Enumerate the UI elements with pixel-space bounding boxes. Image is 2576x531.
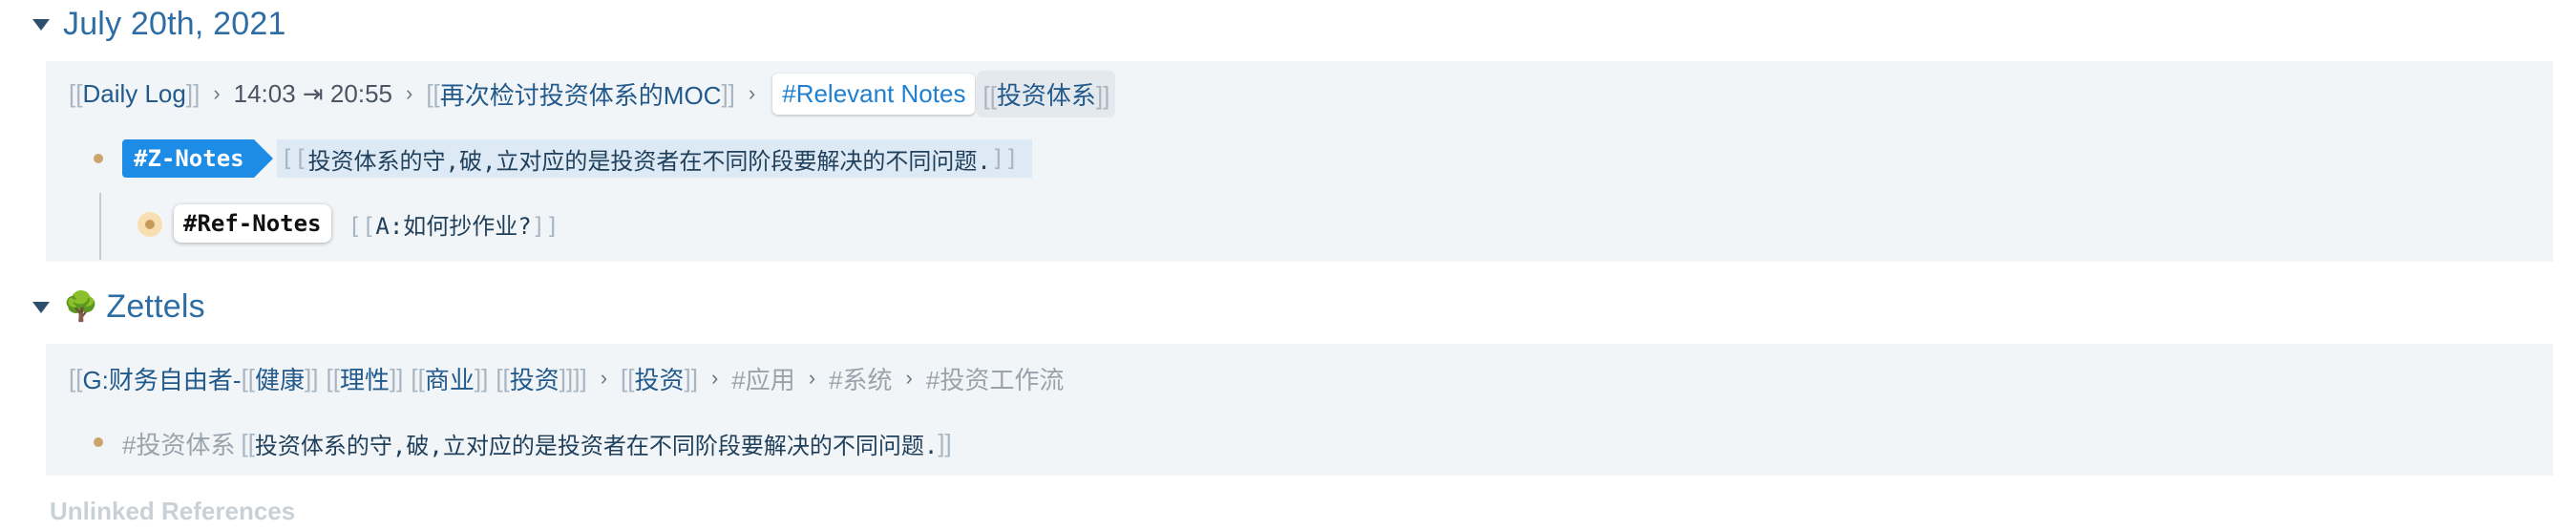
tag-invest-workflow[interactable]: #投资工作流 (926, 361, 1064, 396)
block-ref[interactable]: [[A:如何抄作业?]] (348, 207, 560, 241)
tag-investment-system[interactable]: #投资体系 (122, 426, 235, 461)
chevron-right-icon: › (748, 81, 756, 105)
tag-relevant-notes[interactable]: #Relevant Notes (772, 73, 976, 115)
breadcrumb-ref-box[interactable]: [[投资体系]] (977, 70, 1116, 117)
breadcrumb-link-health[interactable]: 健康 (255, 361, 305, 396)
block-bullet[interactable] (94, 154, 103, 163)
block-investment-system[interactable]: #投资体系 [[投资体系的守,破,立对应的是投资者在不同阶段要解决的不同问题.]… (122, 422, 952, 464)
page-link-title[interactable]: July 20th, 2021 (63, 6, 286, 43)
section-header-zettels[interactable]: 🌳 Zettels (32, 283, 205, 330)
block-ref-notes[interactable]: #Ref-Notes [[A:如何抄作业?]] (174, 204, 560, 243)
chevron-right-icon: › (213, 81, 221, 105)
chevron-right-icon: › (406, 81, 413, 105)
block-ref-text[interactable]: 投资体系的守,破,立对应的是投资者在不同阶段要解决的不同问题. (308, 142, 991, 176)
tag-apply[interactable]: #应用 (731, 361, 794, 396)
section-header-july-20[interactable]: July 20th, 2021 (32, 0, 286, 48)
block-bullet[interactable] (94, 437, 103, 447)
block-thread-line (99, 193, 101, 260)
breadcrumb-link-invest-2[interactable]: 投资 (634, 361, 684, 396)
chevron-right-icon: › (600, 366, 608, 390)
breadcrumb-link-moc[interactable]: 再次检讨投资体系的MOC (440, 76, 722, 112)
breadcrumb-link-investment-system[interactable]: 投资体系 (997, 81, 1096, 110)
block-bullet-collapsed[interactable] (137, 212, 162, 237)
breadcrumb-link-business[interactable]: 商业 (425, 361, 475, 396)
chevron-right-icon: › (905, 366, 913, 390)
page-link-title[interactable]: Zettels (106, 288, 204, 326)
tree-icon: 🌳 (63, 290, 99, 323)
chevron-right-icon: › (710, 366, 719, 390)
tag-z-notes[interactable]: #Z-Notes (122, 139, 273, 178)
breadcrumb-link-invest[interactable]: 投资 (510, 361, 560, 396)
breadcrumb: [[G:财务自由者-[[健康]] [[理性]] [[商业]] [[投资]]]] … (69, 357, 1064, 399)
caret-down-icon[interactable] (32, 302, 50, 313)
caret-down-icon[interactable] (32, 19, 50, 31)
block-ref[interactable]: [[投资体系的守,破,立对应的是投资者在不同阶段要解决的不同问题.]] (276, 139, 1032, 178)
block-z-notes[interactable]: #Z-Notes [[投资体系的守,破,立对应的是投资者在不同阶段要解决的不同问… (122, 139, 1032, 178)
block-ref-text[interactable]: A:如何抄作业? (375, 213, 531, 240)
tag-system[interactable]: #系统 (829, 361, 892, 396)
breadcrumb: [[Daily Log]] › 14:03 ⇥ 20:55 › [[再次检讨投资… (69, 70, 1116, 117)
breadcrumb-link-financial-freedom[interactable]: G:财务自由者- (82, 361, 241, 396)
block-ref-text[interactable]: 投资体系的守,破,立对应的是投资者在不同阶段要解决的不同问题. (255, 427, 938, 460)
page: July 20th, 2021 [[Daily Log]] › 14:03 ⇥ … (0, 0, 2576, 531)
breadcrumb-link-daily-log[interactable]: Daily Log (82, 79, 185, 109)
breadcrumb-time-range[interactable]: 14:03 ⇥ 20:55 (234, 79, 392, 109)
chevron-right-icon: › (808, 366, 816, 390)
breadcrumb-link-rational[interactable]: 理性 (340, 361, 390, 396)
unlinked-references-toggle[interactable]: Unlinked References (50, 497, 295, 526)
tag-ref-notes[interactable]: #Ref-Notes (174, 204, 331, 243)
